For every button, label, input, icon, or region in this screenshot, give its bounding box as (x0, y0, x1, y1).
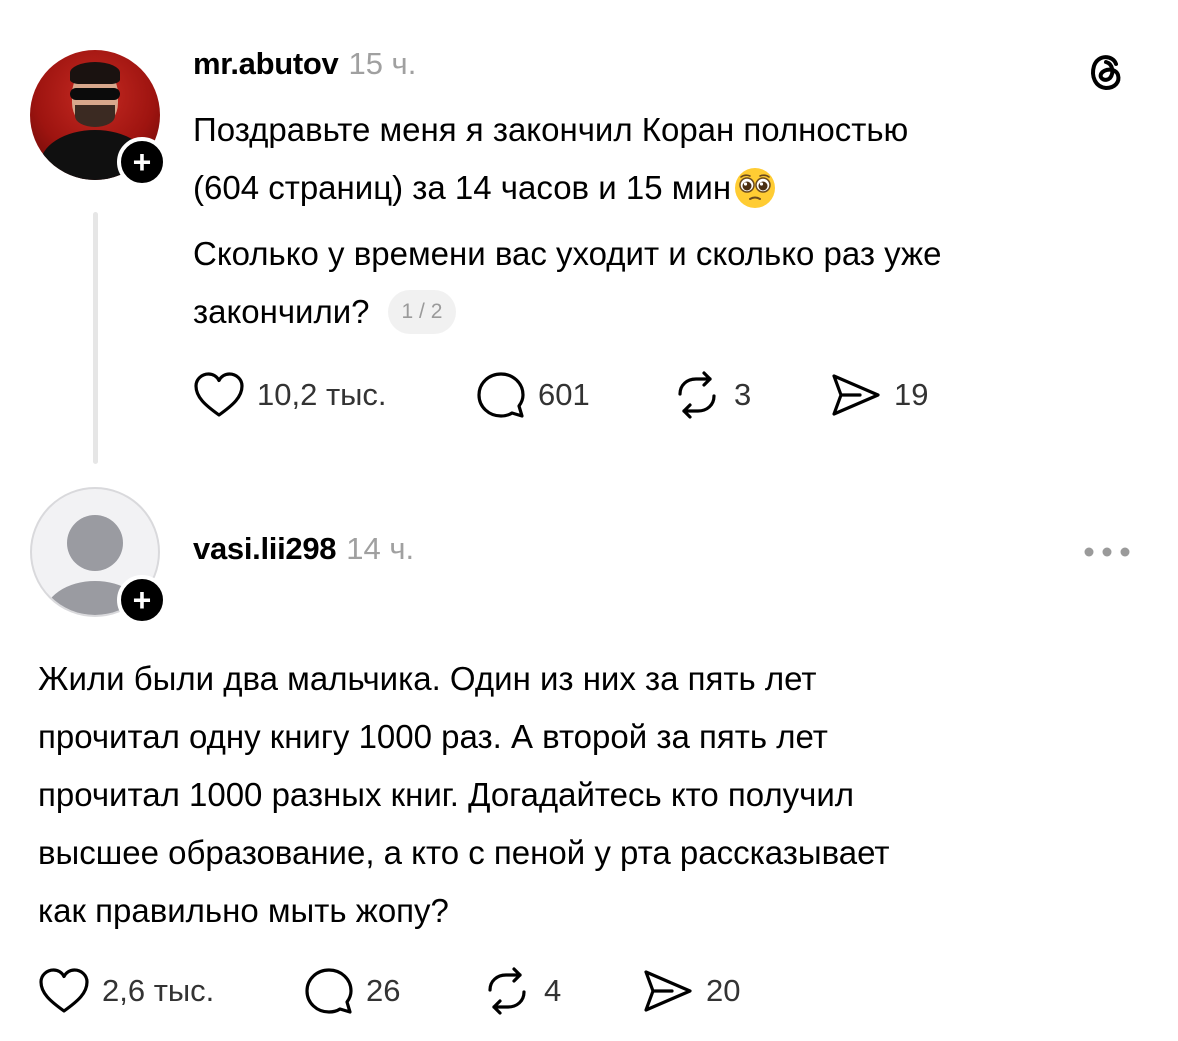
pleading-face-emoji (733, 166, 777, 210)
plus-icon: + (132, 582, 152, 618)
post-body: Жили были два мальчика. Один из них за п… (38, 650, 1138, 940)
username[interactable]: vasi.lii298 (193, 531, 337, 567)
post-text-line: прочитал одну книгу 1000 раз. А второй з… (38, 718, 828, 755)
repost-button[interactable]: 4 (482, 966, 642, 1016)
post-text-line: Поздравьте меня я закончил Коран полност… (193, 111, 909, 148)
post-text-line: Жили были два мальчика. Один из них за п… (38, 660, 817, 697)
comment-count: 26 (366, 973, 401, 1008)
username[interactable]: mr.abutov (193, 46, 339, 82)
post-text-line: Сколько у времени вас уходит и сколько р… (193, 235, 942, 272)
comment-icon (477, 372, 525, 418)
like-count: 10,2 тыс. (257, 377, 387, 412)
post-text-line: прочитал 1000 разных книг. Догадайтесь к… (38, 776, 855, 813)
post-text: закончили? (193, 293, 370, 330)
post-header: vasi.lii298 14 ч. (193, 531, 414, 571)
post-header: mr.abutov 15 ч. (193, 46, 416, 86)
comment-button[interactable]: 26 (304, 966, 482, 1016)
follow-button[interactable]: + (117, 575, 167, 625)
post-text-line: закончили? 1 / 2 (193, 283, 457, 341)
repost-icon (678, 371, 716, 419)
post-text: (604 страниц) за 14 часов и 15 мин (193, 169, 732, 206)
post-actions: 10,2 тыс. 601 3 19 (193, 367, 928, 423)
post-text-line: высшее образование, а кто с пеной у рта … (38, 834, 890, 871)
share-count: 19 (894, 377, 929, 412)
heart-icon (39, 968, 89, 1013)
repost-icon (488, 967, 526, 1015)
post-text-line: как правильно мыть жопу? (38, 892, 449, 929)
post-time[interactable]: 15 ч. (348, 46, 416, 82)
repost-count: 4 (544, 973, 562, 1008)
comment-count: 601 (538, 377, 590, 412)
share-icon (644, 970, 692, 1012)
like-count: 2,6 тыс. (102, 973, 215, 1008)
post-text-line: (604 страниц) за 14 часов и 15 мин (193, 159, 777, 217)
post-time[interactable]: 14 ч. (346, 531, 414, 567)
comment-icon (305, 968, 353, 1014)
more-options-icon[interactable] (1082, 540, 1132, 564)
repost-button[interactable]: 3 (672, 370, 830, 420)
like-button[interactable]: 10,2 тыс. (193, 371, 476, 419)
post-actions: 2,6 тыс. 26 4 20 (38, 963, 740, 1019)
share-button[interactable]: 20 (642, 967, 740, 1015)
plus-icon: + (132, 144, 152, 180)
share-button[interactable]: 19 (830, 371, 928, 419)
heart-icon (194, 372, 244, 417)
follow-button[interactable]: + (117, 137, 167, 187)
page-indicator: 1 / 2 (387, 290, 457, 334)
like-button[interactable]: 2,6 тыс. (38, 967, 304, 1015)
share-count: 20 (706, 973, 741, 1008)
repost-count: 3 (734, 377, 752, 412)
share-icon (832, 374, 880, 416)
thread-connector-line (93, 212, 98, 464)
comment-button[interactable]: 601 (476, 370, 672, 420)
threads-logo-icon[interactable] (1082, 46, 1130, 94)
